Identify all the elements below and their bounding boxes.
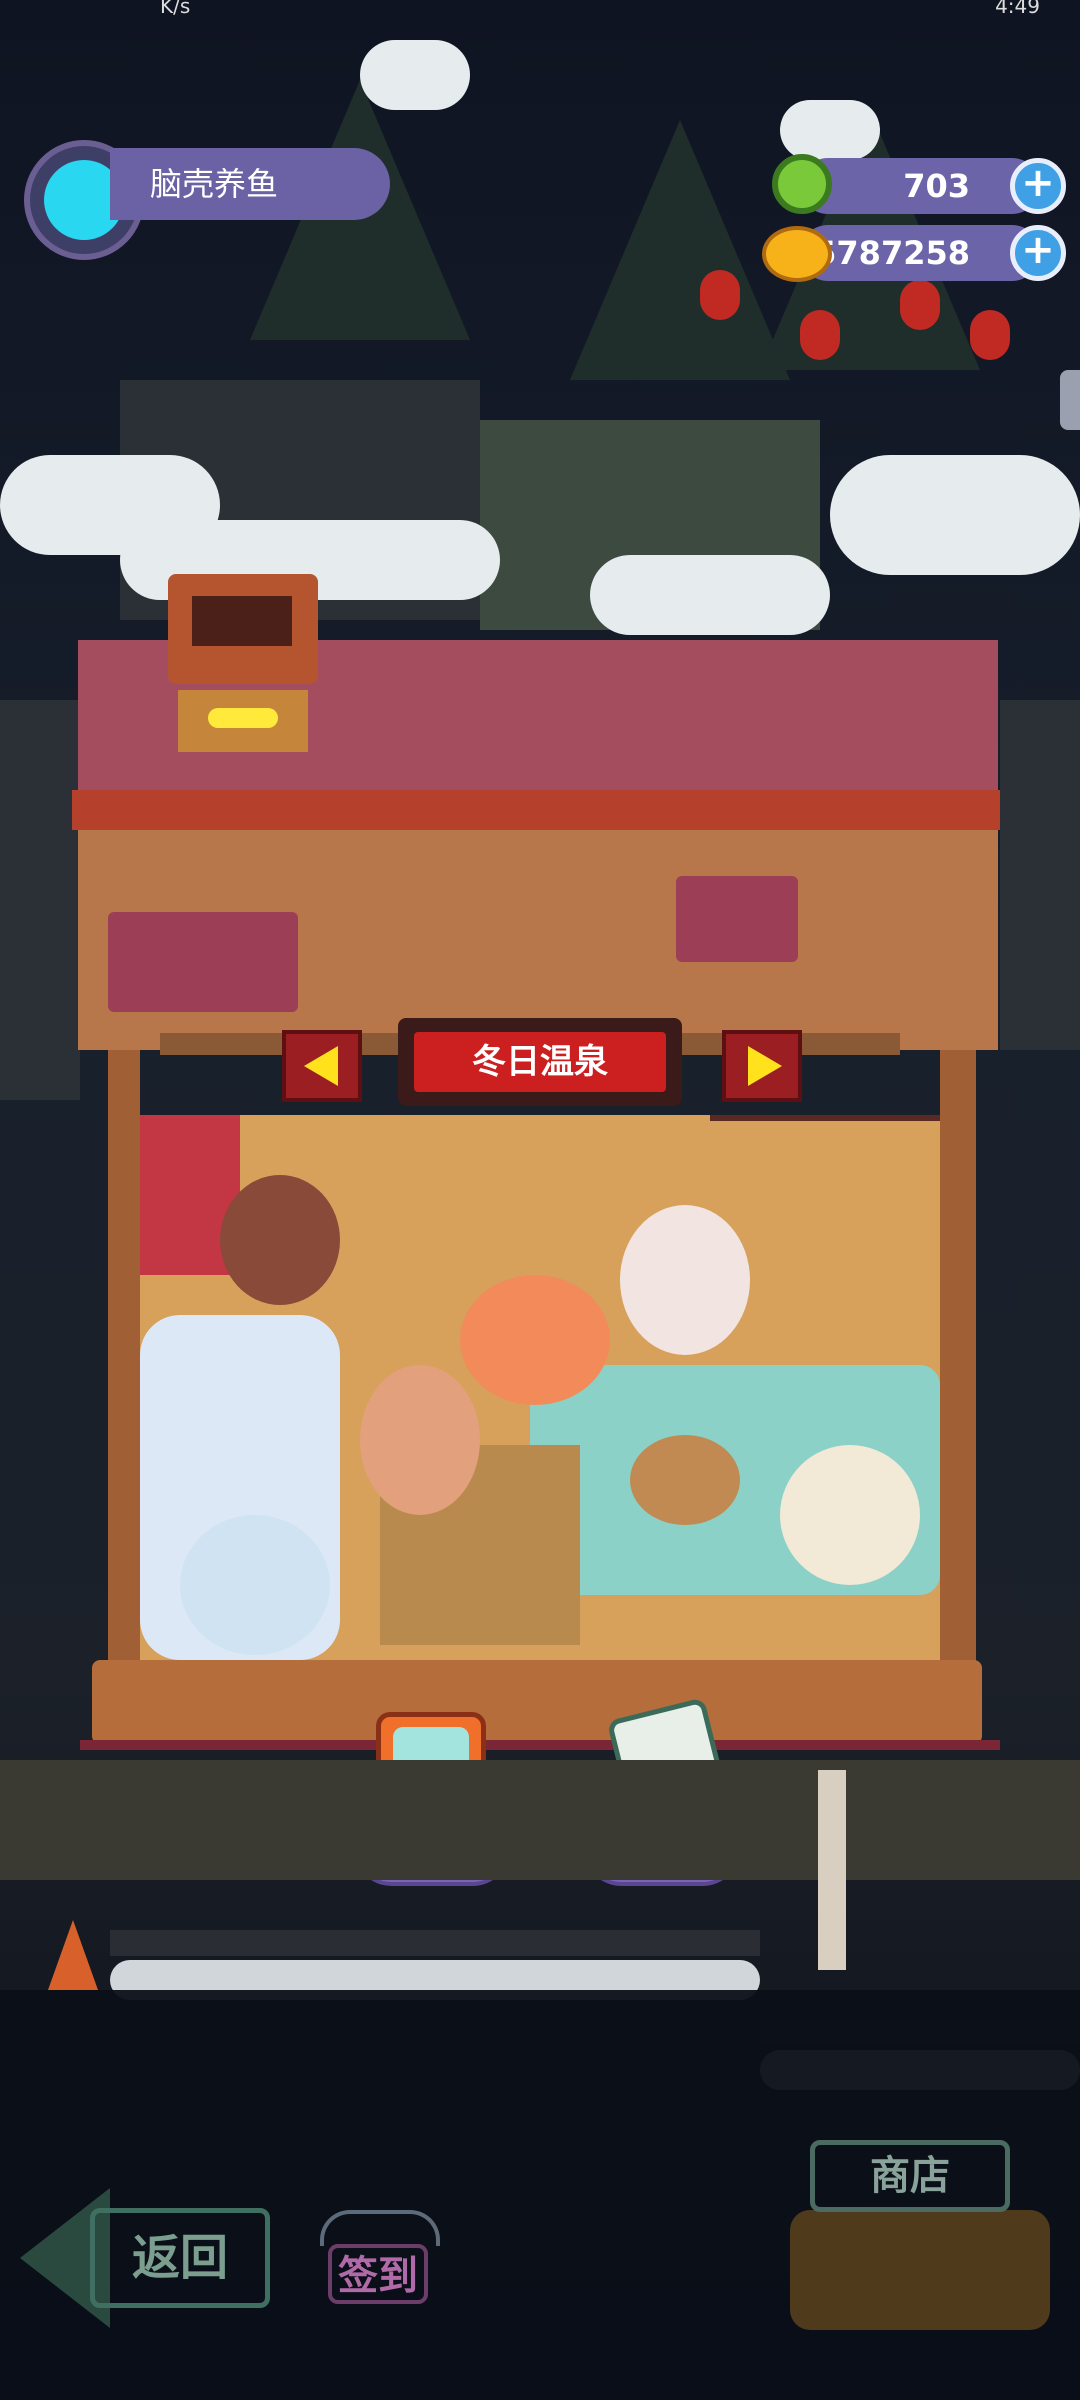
red-lantern <box>970 310 1010 360</box>
red-lantern <box>900 280 940 330</box>
side-building-left <box>0 700 80 1100</box>
checkin-label: 签到 <box>328 2244 428 2304</box>
wall-patch <box>676 876 798 962</box>
plum-blossom-branch <box>710 1115 940 1241</box>
wall-patch <box>108 912 298 1012</box>
fence <box>110 1930 760 1956</box>
snow-pile <box>360 40 470 110</box>
network-speed: K/s <box>160 0 191 18</box>
lamp-box <box>178 690 308 752</box>
shop-button[interactable]: 商店 <box>810 2140 1010 2212</box>
side-drawer-tab[interactable] <box>1060 370 1080 430</box>
house-base <box>80 1740 1000 1750</box>
street <box>0 1760 1080 1880</box>
hot-spring-room[interactable] <box>140 1115 940 1660</box>
room-title: 冬日温泉 <box>414 1032 666 1092</box>
roof-eave <box>72 790 1000 830</box>
bearded-character[interactable] <box>360 1365 480 1515</box>
gem-count: 703 <box>903 167 970 205</box>
player-name[interactable]: 脑壳养鱼 <box>110 148 390 220</box>
room-sign: 冬日温泉 <box>398 1018 682 1106</box>
back-button[interactable]: 返回 <box>20 2168 270 2338</box>
coin-counter: 5787258 <box>800 225 1040 281</box>
prev-room-button[interactable] <box>282 1030 362 1102</box>
snow-pile <box>780 100 880 160</box>
snow-pile <box>590 555 830 635</box>
puppy-character[interactable] <box>630 1435 740 1525</box>
shop-cart-icon <box>790 2210 1050 2330</box>
next-room-button[interactable] <box>722 1030 802 1102</box>
green-gem-icon <box>772 154 832 214</box>
arrow-left-icon <box>304 1046 338 1086</box>
checkin-button[interactable]: 签到 <box>300 2210 450 2320</box>
panda-character[interactable] <box>780 1445 920 1585</box>
shop-label: 商店 <box>870 2153 950 2199</box>
chimney <box>168 574 318 684</box>
bear-character[interactable] <box>220 1175 340 1305</box>
orange-haired-character[interactable] <box>460 1275 610 1405</box>
snow-pile <box>830 455 1080 575</box>
gold-coin-icon <box>762 226 832 282</box>
add-gems-button[interactable]: + <box>1010 158 1066 214</box>
status-bar: K/s 4:49 <box>0 0 1080 22</box>
house-post-left <box>108 1050 140 1670</box>
pine-tree <box>570 120 790 380</box>
red-lantern <box>700 270 740 320</box>
house-floor <box>92 1660 982 1744</box>
add-coins-button[interactable]: + <box>1010 225 1066 281</box>
clock: 4:49 <box>995 0 1040 18</box>
red-lantern <box>800 310 840 360</box>
hat-character[interactable] <box>180 1515 330 1655</box>
barber-pole <box>818 1770 846 1970</box>
gem-counter: 703 <box>800 158 1040 214</box>
house-post-right <box>940 1050 976 1670</box>
yellow-light-icon <box>208 708 278 728</box>
chimney-opening <box>192 596 292 646</box>
back-label: 返回 <box>90 2208 270 2308</box>
side-building-right <box>1000 700 1080 1050</box>
arrow-right-icon <box>748 1046 782 1086</box>
coin-count: 5787258 <box>814 234 970 272</box>
stall-roof-icon <box>320 2210 440 2246</box>
